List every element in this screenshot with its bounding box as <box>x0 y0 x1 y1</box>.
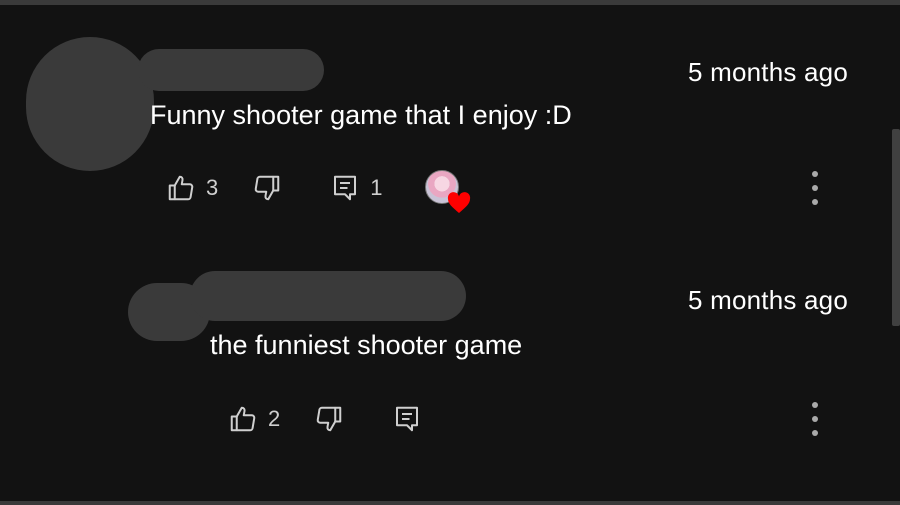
comment-reply-icon <box>334 175 357 201</box>
redacted-avatar <box>26 37 154 171</box>
more-vertical-icon <box>812 402 818 408</box>
thumbs-down-icon <box>317 406 342 432</box>
thumbs-down-icon <box>255 175 280 201</box>
more-options-button[interactable] <box>808 171 822 205</box>
like-button[interactable]: 2 <box>228 404 280 434</box>
comment-text: the funniest shooter game <box>210 330 523 360</box>
redacted-username <box>190 271 466 321</box>
comment-actions: 2 <box>228 402 422 436</box>
thumbs-up-icon <box>230 406 256 432</box>
more-options-button[interactable] <box>808 402 822 436</box>
comment-actions: 3 1 <box>166 170 470 213</box>
heart-icon <box>447 192 470 213</box>
like-button[interactable]: 3 <box>166 173 218 203</box>
more-vertical-icon <box>812 171 818 177</box>
reply-button[interactable]: 1 <box>330 173 383 203</box>
like-count: 2 <box>268 406 281 431</box>
comment-reply-icon <box>396 406 419 432</box>
scrollbar[interactable] <box>892 129 900 326</box>
comments-panel: 5 months ago Funny shooter game that I e… <box>0 0 900 505</box>
comment-text: Funny shooter game that I enjoy :D <box>150 100 572 130</box>
thumbs-up-icon <box>168 175 194 201</box>
dislike-button[interactable] <box>314 404 344 434</box>
reply-count: 1 <box>370 175 383 200</box>
dislike-button[interactable] <box>252 173 282 203</box>
reply-button[interactable] <box>392 404 422 434</box>
creator-heart-badge <box>424 170 470 213</box>
like-count: 3 <box>206 175 219 200</box>
redacted-username <box>138 49 324 91</box>
comment-timestamp[interactable]: 5 months ago <box>688 57 848 88</box>
comment-timestamp[interactable]: 5 months ago <box>688 285 848 316</box>
